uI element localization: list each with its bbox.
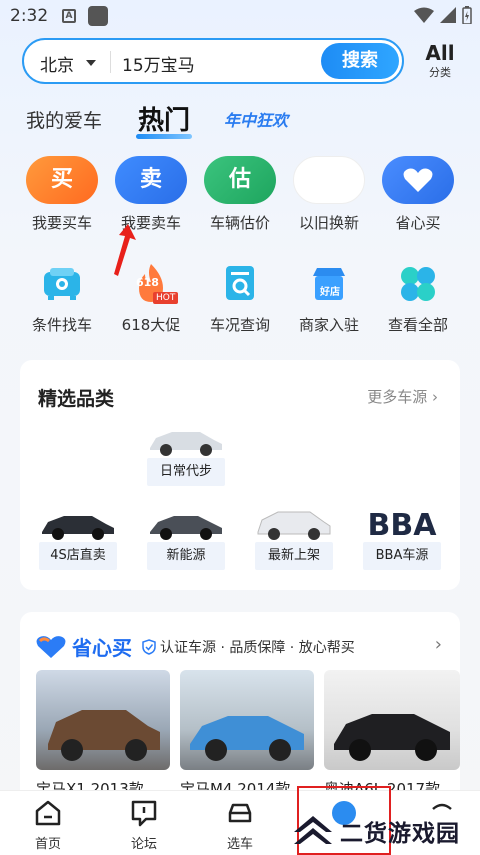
vehicle-check-label: 车况查询 xyxy=(209,316,270,334)
city-selector[interactable]: 北京 xyxy=(40,51,74,76)
category-bba[interactable]: BBA BBA车源 xyxy=(362,506,442,570)
home-icon xyxy=(35,800,61,826)
condition-search-label: 条件找车 xyxy=(31,316,92,334)
worry-free-item[interactable]: 省心买 xyxy=(373,156,463,233)
category-daily-commute[interactable]: 日常代步 xyxy=(146,422,226,486)
document-search-icon xyxy=(218,262,262,306)
view-all-label: 查看全部 xyxy=(387,316,448,334)
heart-icon xyxy=(382,156,454,204)
all-categories-big: All xyxy=(425,41,455,65)
vehicle-check-item[interactable]: 车况查询 xyxy=(195,262,285,335)
valuation-item[interactable]: 估 车辆估价 xyxy=(195,156,285,233)
chevron-right-icon[interactable]: › xyxy=(435,634,442,655)
tab-my-car[interactable]: 我的爱车 xyxy=(26,106,102,133)
watermark: 二货游戏园 xyxy=(290,808,480,852)
sell-icon: 卖 xyxy=(115,156,187,204)
category-label: 日常代步 xyxy=(147,458,225,486)
all-categories-button[interactable]: All 分类 xyxy=(420,42,460,80)
status-time: 2:32 xyxy=(10,6,49,26)
status-bar: 2:32 A xyxy=(0,0,480,34)
trade-in-label: 以旧换新 xyxy=(298,214,359,232)
heart-logo-icon xyxy=(36,635,66,658)
store-text: 好店 xyxy=(320,287,340,298)
nav-home-label: 首页 xyxy=(34,837,61,852)
worry-free-title: 省心买 xyxy=(72,636,132,660)
buy-icon: 买 xyxy=(26,156,98,204)
tab-promo[interactable]: 年中狂欢 xyxy=(224,107,288,131)
featured-title: 精选品类 xyxy=(38,388,115,410)
category-label: 4S店直卖 xyxy=(39,542,117,570)
fire-618-number: 618 xyxy=(136,276,159,289)
more-sources-label: 更多车源 xyxy=(367,388,428,406)
dealer-join-item[interactable]: 好店 商家入驻 xyxy=(284,262,374,335)
trade-in-icon xyxy=(293,156,365,204)
forum-icon xyxy=(131,800,157,827)
worry-free-label: 省心买 xyxy=(395,214,441,232)
car-search-icon xyxy=(40,262,84,306)
valuation-label: 车辆估价 xyxy=(209,214,270,232)
condition-search-item[interactable]: 条件找车 xyxy=(17,262,107,335)
signal-icon xyxy=(440,7,456,23)
worry-free-subtitle: 认证车源 · 品质保障 · 放心帮买 xyxy=(160,639,355,656)
promo-618-label: 618大促 xyxy=(121,316,181,334)
shield-icon xyxy=(142,638,156,655)
category-label: BBA车源 xyxy=(363,542,441,570)
grid-icon xyxy=(396,262,440,306)
watermark-logo-icon xyxy=(294,816,332,844)
battery-icon xyxy=(462,6,472,24)
notification-a-icon: A xyxy=(62,9,76,23)
search-bar[interactable]: 北京 15万宝马 搜索 xyxy=(22,38,404,84)
store-icon: 好店 xyxy=(307,262,351,306)
category-4s-direct[interactable]: 4S店直卖 xyxy=(38,506,118,570)
divider xyxy=(110,51,111,73)
category-label: 新能源 xyxy=(147,542,225,570)
status-icons xyxy=(414,6,472,24)
worry-free-card: 省心买 认证车源 · 品质保障 · 放心帮买 › 宝马X1 2013款 宝马M4… xyxy=(20,612,460,812)
estimate-icon: 估 xyxy=(204,156,276,204)
buy-car-item[interactable]: 买 我要买车 xyxy=(17,156,107,233)
search-input[interactable]: 15万宝马 xyxy=(122,51,195,76)
car-image xyxy=(146,506,226,542)
tab-hot[interactable]: 热门 xyxy=(138,100,190,137)
caret-down-icon[interactable] xyxy=(86,60,96,66)
annotation-arrow-icon xyxy=(114,224,136,276)
hot-badge: HOT xyxy=(153,292,179,304)
nav-forum-label: 论坛 xyxy=(130,837,157,852)
category-latest[interactable]: 最新上架 xyxy=(254,506,334,570)
watermark-text: 二货游戏园 xyxy=(340,821,460,847)
car-icon xyxy=(228,803,252,823)
car-photo-2[interactable] xyxy=(180,670,314,770)
featured-categories-card: 精选品类 更多车源 › 日常代步 4S店直卖 新能源 最新上架 BBA BBA车… xyxy=(20,360,460,590)
bba-logo: BBA xyxy=(367,508,437,543)
tab-active-indicator xyxy=(136,134,192,139)
all-categories-small: 分类 xyxy=(429,66,451,79)
nav-home[interactable]: 首页 xyxy=(18,799,78,852)
worry-free-header: 省心买 认证车源 · 品质保障 · 放心帮买 xyxy=(36,632,355,661)
notification-square-icon xyxy=(88,6,108,26)
trade-in-item[interactable]: 以旧换新 xyxy=(284,156,374,233)
wifi-icon xyxy=(414,7,434,23)
more-sources-link[interactable]: 更多车源 › xyxy=(367,386,438,407)
car-photo-3[interactable] xyxy=(324,670,460,770)
search-button[interactable]: 搜索 xyxy=(321,43,399,79)
nav-choose-car-label: 选车 xyxy=(226,837,253,852)
car-image xyxy=(146,422,226,458)
category-label: 最新上架 xyxy=(255,542,333,570)
car-image xyxy=(254,506,334,542)
view-all-item[interactable]: 查看全部 xyxy=(373,262,463,335)
category-new-energy[interactable]: 新能源 xyxy=(146,506,226,570)
dealer-join-label: 商家入驻 xyxy=(298,316,359,334)
buy-car-label: 我要买车 xyxy=(31,214,92,232)
nav-choose-car[interactable]: 选车 xyxy=(210,799,270,852)
car-image xyxy=(38,506,118,542)
car-photo-1[interactable] xyxy=(36,670,170,770)
nav-forum[interactable]: 论坛 xyxy=(114,799,174,852)
